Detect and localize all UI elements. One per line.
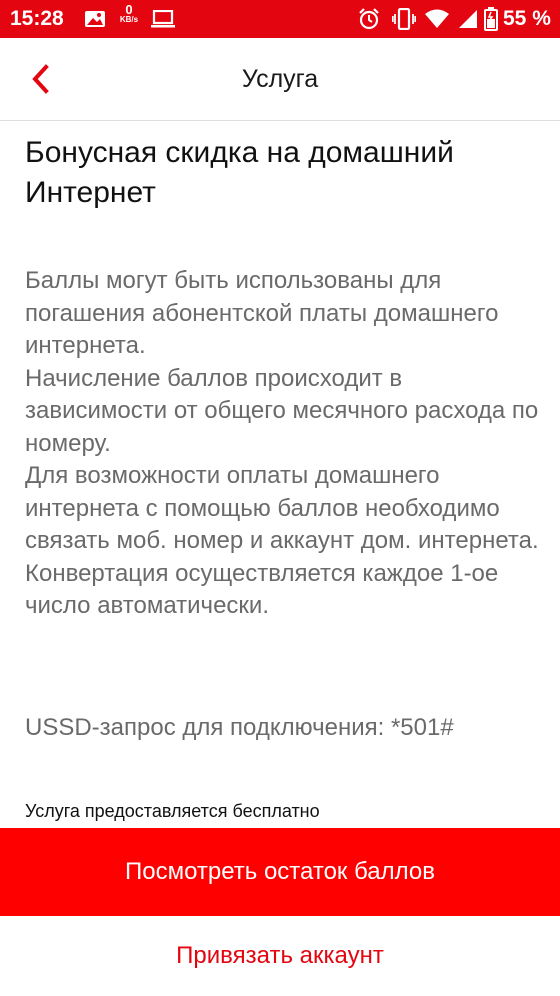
- battery-icon: [484, 7, 498, 36]
- service-description: Баллы могут быть использованы для погаше…: [25, 265, 545, 623]
- alarm-icon: [358, 8, 380, 35]
- description-paragraph: Начисление баллов происходит в зависимос…: [25, 364, 539, 457]
- ussd-code: USSD-запрос для подключения: *501#: [25, 714, 454, 741]
- network-speed-icon: 0 KB/s: [118, 2, 140, 25]
- vibrate-icon: [391, 7, 417, 35]
- app-bar: Услуга: [0, 38, 560, 120]
- description-paragraph: Баллы могут быть использованы для погаше…: [25, 267, 499, 359]
- price-note: Услуга предоставляется бесплатно: [25, 801, 320, 821]
- link-account-button[interactable]: Привязать аккаунт: [0, 916, 560, 996]
- laptop-icon: [151, 9, 175, 33]
- status-bar: 15:28 0 KB/s 55 %: [0, 0, 560, 38]
- service-title: Бонусная скидка на домашний Интернет: [25, 136, 454, 209]
- signal-icon: [458, 9, 478, 34]
- wifi-icon: [425, 9, 449, 34]
- image-icon: [84, 10, 106, 33]
- status-time: 15:28: [10, 7, 64, 30]
- network-speed-unit: KB/s: [119, 15, 139, 24]
- battery-level: 55 %: [503, 7, 551, 30]
- network-speed-value: 0: [125, 2, 133, 17]
- header-divider: [0, 120, 560, 121]
- view-points-balance-button[interactable]: Посмотреть остаток баллов: [0, 828, 560, 916]
- page-title: Услуга: [241, 65, 319, 93]
- description-paragraph: Для возможности оплаты домашнего интерне…: [25, 462, 539, 619]
